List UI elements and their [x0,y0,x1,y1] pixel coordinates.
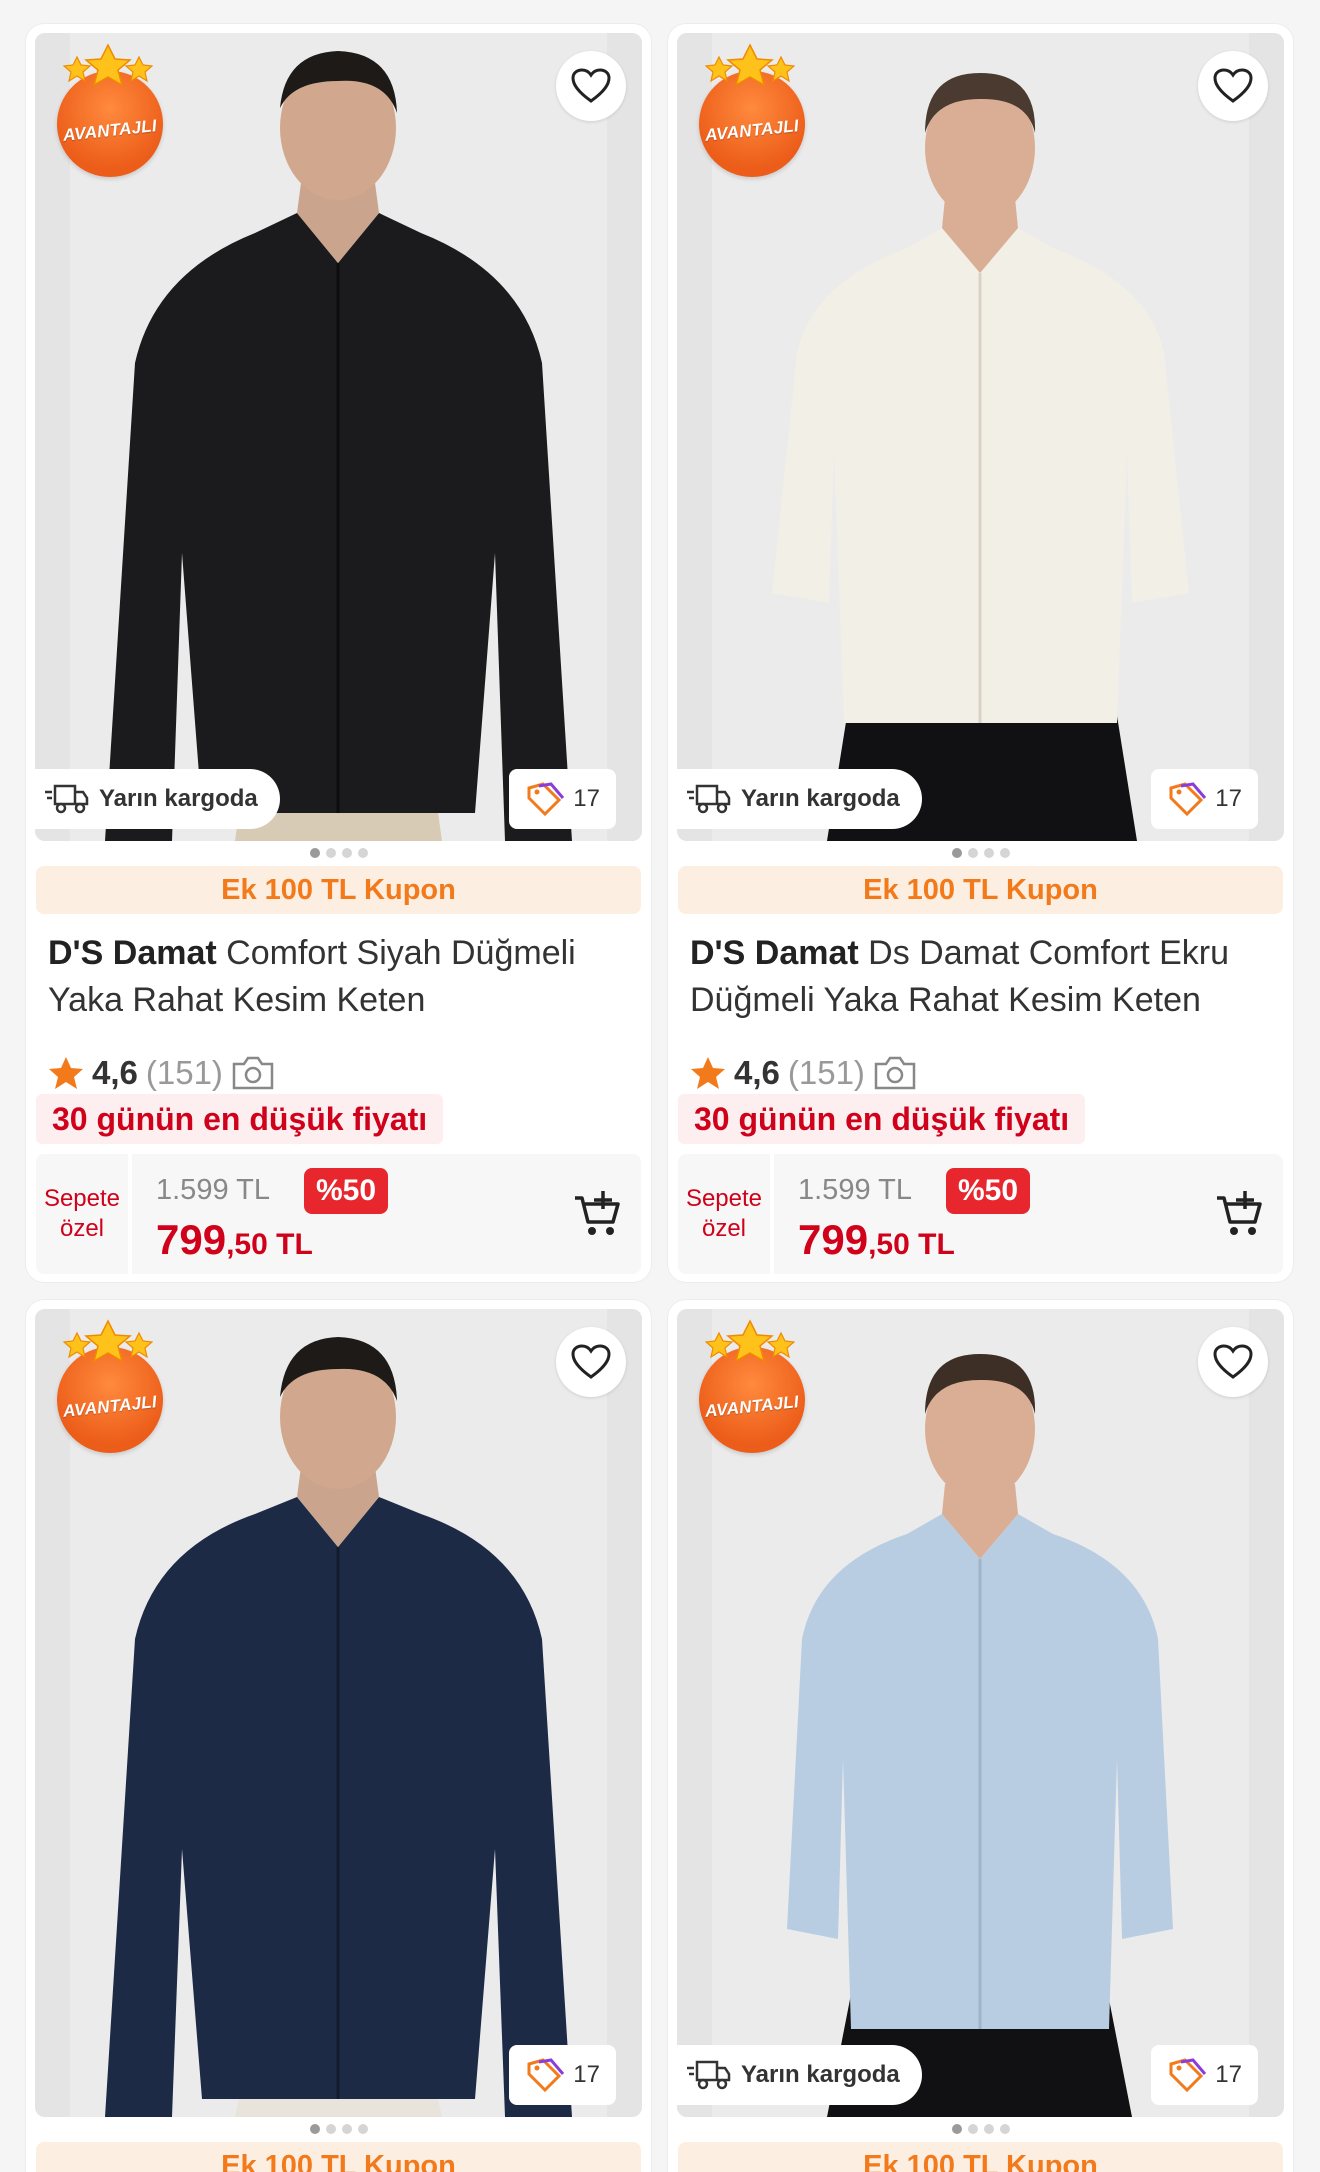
camera-icon [232,1056,274,1090]
product-grid: AVANTAJLI Yarın kargoda 17 Ek 100 TL Kup… [0,0,1320,2172]
add-to-cart-icon [1217,1191,1262,1235]
lowest-price-badge: 30 günün en düşük fiyatı [36,1094,444,1144]
product-title[interactable]: D'S Damat Ds Damat Comfort Ekru Düğmeli … [690,930,1280,1024]
image-carousel-dots [26,2124,651,2134]
special-line-2: özel [701,1215,747,1242]
price-tag-icon [527,2058,565,2093]
favorite-button[interactable] [556,51,626,121]
rating-score: 4,6 [734,1054,780,1091]
add-to-cart-icon [575,1191,620,1235]
lowest-price-badge: 30 günün en düşük fiyatı [678,1094,1086,1144]
delivery-label: Yarın kargoda [741,2061,900,2088]
stars-icon [63,1319,153,1363]
heart-icon [571,1344,611,1379]
avantajli-badge: AVANTAJLI [691,1319,809,1453]
coupon-banner: Ek 100 TL Kupon [36,866,641,914]
add-to-cart-button[interactable] [573,1188,623,1243]
fast-delivery-badge: Yarın kargoda [677,2045,922,2105]
special-line-1: Sepete [43,1185,121,1212]
stars-icon [705,1319,795,1363]
price-box: Sepete özel 1.599 TL %50 799,50 TL [678,1154,1283,1274]
price-tag-icon [527,782,565,817]
image-carousel-dots [26,848,651,858]
price-box: Sepete özel 1.599 TL %50 799,50 TL [36,1154,641,1274]
product-image[interactable]: AVANTAJLI Yarın kargoda 17 [677,33,1284,841]
heart-icon [571,68,611,103]
product-card[interactable]: AVANTAJLI 17 Ek 100 TL Kupon [26,1300,651,2172]
truck-icon [45,784,89,814]
product-brand: D'S Damat [48,934,217,972]
sale-price-cents: ,50 TL [868,1228,955,1261]
rating-row: 4,6 (151) [48,1054,275,1092]
promo-tag-badge: 17 [509,769,616,829]
truck-icon [687,2060,731,2090]
sale-price-main: 799 [798,1216,869,1263]
sale-price-main: 799 [156,1216,227,1263]
promo-count: 17 [1215,785,1242,812]
discount-badge: %50 [304,1168,389,1214]
avantajli-badge: AVANTAJLI [691,43,809,177]
camera-icon [874,1056,916,1090]
sale-price: 799,50 TL [156,1216,313,1264]
price-tag-icon [1169,782,1207,817]
coupon-banner: Ek 100 TL Kupon [678,866,1283,914]
coupon-banner: Ek 100 TL Kupon [678,2142,1283,2172]
promo-count: 17 [1215,2061,1242,2088]
promo-tag-badge: 17 [1151,769,1258,829]
heart-icon [1213,1344,1253,1379]
add-to-cart-button[interactable] [1215,1188,1265,1243]
original-price: 1.599 TL [156,1174,270,1206]
rating-row: 4,6 (151) [690,1054,917,1092]
image-carousel-dots [668,848,1293,858]
product-image[interactable]: AVANTAJLI 17 [35,1309,642,2117]
discount-badge: %50 [946,1168,1031,1214]
basket-special-label: Sepete özel [36,1154,132,1274]
rating-count: (151) [145,1054,223,1091]
rating-score: 4,6 [92,1054,138,1091]
image-carousel-dots [668,2124,1293,2134]
product-card[interactable]: AVANTAJLI Yarın kargoda 17 Ek 100 TL Kup… [26,24,651,1282]
promo-count: 17 [573,2061,600,2088]
fast-delivery-badge: Yarın kargoda [35,769,280,829]
favorite-button[interactable] [556,1327,626,1397]
stars-icon [63,43,153,87]
price-tag-icon [1169,2058,1207,2093]
product-card[interactable]: AVANTAJLI Yarın kargoda 17 Ek 100 TL Kup… [668,1300,1293,2172]
delivery-label: Yarın kargoda [99,785,258,812]
rating-count: (151) [787,1054,865,1091]
product-card[interactable]: AVANTAJLI Yarın kargoda 17 Ek 100 TL Kup… [668,24,1293,1282]
promo-count: 17 [573,785,600,812]
heart-icon [1213,68,1253,103]
truck-icon [687,784,731,814]
original-price: 1.599 TL [798,1174,912,1206]
favorite-button[interactable] [1198,1327,1268,1397]
avantajli-badge: AVANTAJLI [49,1319,167,1453]
stars-icon [705,43,795,87]
promo-tag-badge: 17 [509,2045,616,2105]
promo-tag-badge: 17 [1151,2045,1258,2105]
product-image[interactable]: AVANTAJLI Yarın kargoda 17 [35,33,642,841]
product-title[interactable]: D'S Damat Comfort Siyah Düğmeli Yaka Rah… [48,930,638,1024]
star-icon [49,1057,83,1089]
sale-price-cents: ,50 TL [226,1228,313,1261]
basket-special-label: Sepete özel [678,1154,774,1274]
delivery-label: Yarın kargoda [741,785,900,812]
avantajli-badge: AVANTAJLI [49,43,167,177]
fast-delivery-badge: Yarın kargoda [677,769,922,829]
favorite-button[interactable] [1198,51,1268,121]
star-icon [691,1057,725,1089]
coupon-banner: Ek 100 TL Kupon [36,2142,641,2172]
product-brand: D'S Damat [690,934,859,972]
product-image[interactable]: AVANTAJLI Yarın kargoda 17 [677,1309,1284,2117]
special-line-2: özel [59,1215,105,1242]
special-line-1: Sepete [685,1185,763,1212]
sale-price: 799,50 TL [798,1216,955,1264]
